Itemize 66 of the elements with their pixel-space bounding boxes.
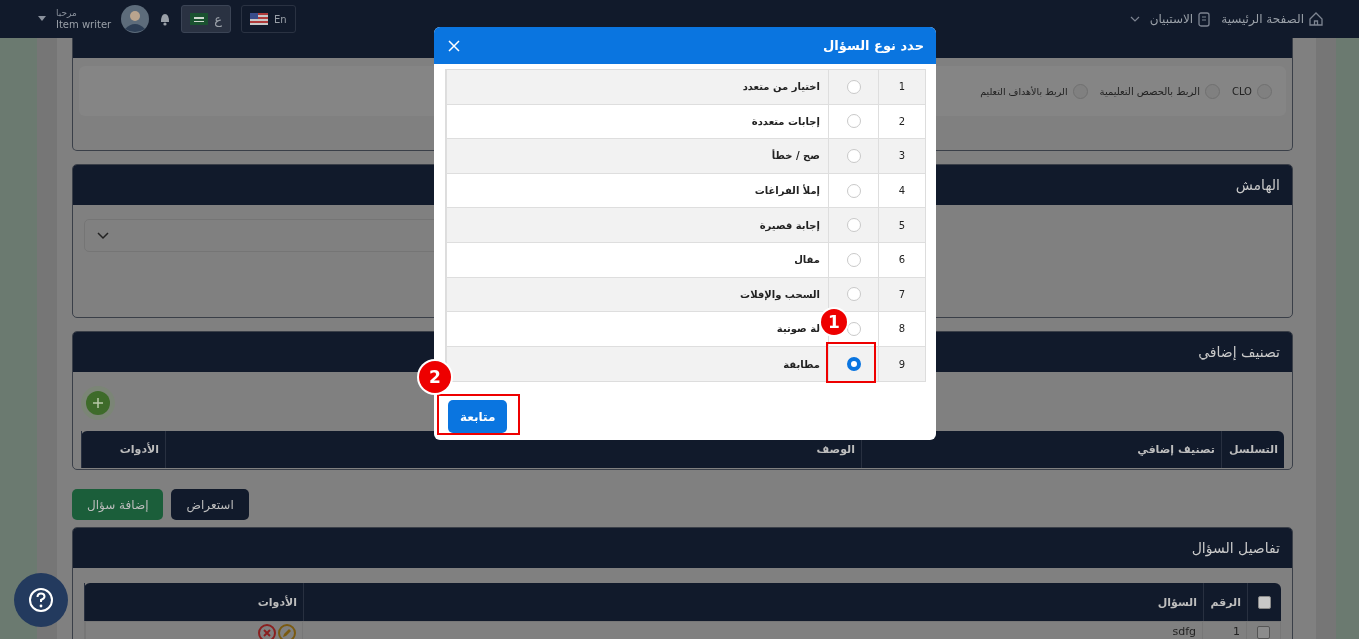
action-button[interactable]: إضافة سؤال <box>72 489 164 520</box>
radio-button[interactable] <box>846 321 861 336</box>
question-type-label: صح / خطأ <box>446 139 828 173</box>
question-type-label: اختيار من متعدد <box>446 70 828 104</box>
radio-button[interactable] <box>846 79 861 94</box>
dialog-title: حدد نوع السؤال <box>823 38 924 53</box>
close-icon <box>448 39 460 52</box>
option-label[interactable]: CLO <box>1231 85 1252 97</box>
flag-icon <box>190 13 209 25</box>
plus-icon <box>92 397 104 409</box>
radio-button[interactable] <box>846 149 861 163</box>
caret-icon <box>38 16 46 22</box>
table-cell: 5 <box>878 208 925 242</box>
clipboard-icon <box>1197 11 1212 27</box>
radio-button[interactable] <box>846 357 861 372</box>
table-cell: 9 <box>878 346 925 382</box>
user-role: Item writer <box>56 19 112 31</box>
step-badge: 1 <box>821 309 847 335</box>
table-cell: 1 <box>878 70 925 104</box>
nav-link[interactable]: الاستبيان <box>1149 11 1212 27</box>
step-badge: 2 <box>419 361 451 393</box>
highlight-frame <box>826 342 876 383</box>
option-label[interactable]: الربط بالحصص التعليمية <box>1099 85 1200 97</box>
greeting-text: مرحبا <box>56 7 77 19</box>
delete-icon <box>258 624 276 639</box>
radio-button[interactable] <box>846 114 861 129</box>
radio-button[interactable] <box>846 287 861 302</box>
chevron-icon <box>97 231 109 240</box>
table-cell: 7 <box>878 277 925 312</box>
question-type-label: إجابة قصيرة <box>446 208 828 242</box>
table-cell: 1 <box>1202 622 1246 639</box>
table-cell: 4 <box>878 173 925 208</box>
card-title: الهامش <box>1235 177 1280 193</box>
radio-button[interactable] <box>846 183 861 198</box>
add-button[interactable] <box>81 386 115 420</box>
column-header: الأدوات <box>81 431 165 468</box>
action-button[interactable]: استعراض <box>171 489 249 520</box>
flag-icon <box>249 13 268 25</box>
home-icon <box>1308 11 1324 27</box>
question-type-label: إجابات متعددة <box>446 104 828 139</box>
avatar-icon <box>121 5 150 33</box>
help-button[interactable] <box>14 573 68 627</box>
table-cell: 6 <box>878 242 925 277</box>
option-label[interactable]: الربط بالأهداف التعليم <box>980 85 1068 97</box>
radio-button[interactable] <box>846 218 861 233</box>
radio-button[interactable] <box>846 252 861 267</box>
language-button[interactable]: En <box>240 5 296 33</box>
language-button[interactable]: ع <box>181 5 231 33</box>
chevron-icon <box>1129 15 1140 23</box>
table-cell: 2 <box>878 104 925 139</box>
bell-icon <box>159 12 172 26</box>
nav-link[interactable]: الصفحة الرئيسية <box>1221 11 1324 27</box>
question-type-label: إملأ الفراغات <box>446 173 828 208</box>
checkbox[interactable] <box>1258 595 1271 609</box>
card-title: تفاصيل السؤال <box>1191 540 1280 556</box>
close-button[interactable] <box>446 37 462 54</box>
table-cell: 3 <box>878 139 925 173</box>
checkbox[interactable] <box>1257 626 1270 639</box>
question-type-label: مقال <box>446 242 828 277</box>
continue-button[interactable]: متابعة <box>448 400 508 434</box>
table-cell: 8 <box>878 312 925 346</box>
table-cell: sdfg <box>302 622 1202 639</box>
help-icon <box>28 587 54 613</box>
edit-icon <box>278 624 296 639</box>
card-title: تصنيف إضافي <box>1198 344 1280 360</box>
column-header: التسلسل <box>1221 431 1284 468</box>
